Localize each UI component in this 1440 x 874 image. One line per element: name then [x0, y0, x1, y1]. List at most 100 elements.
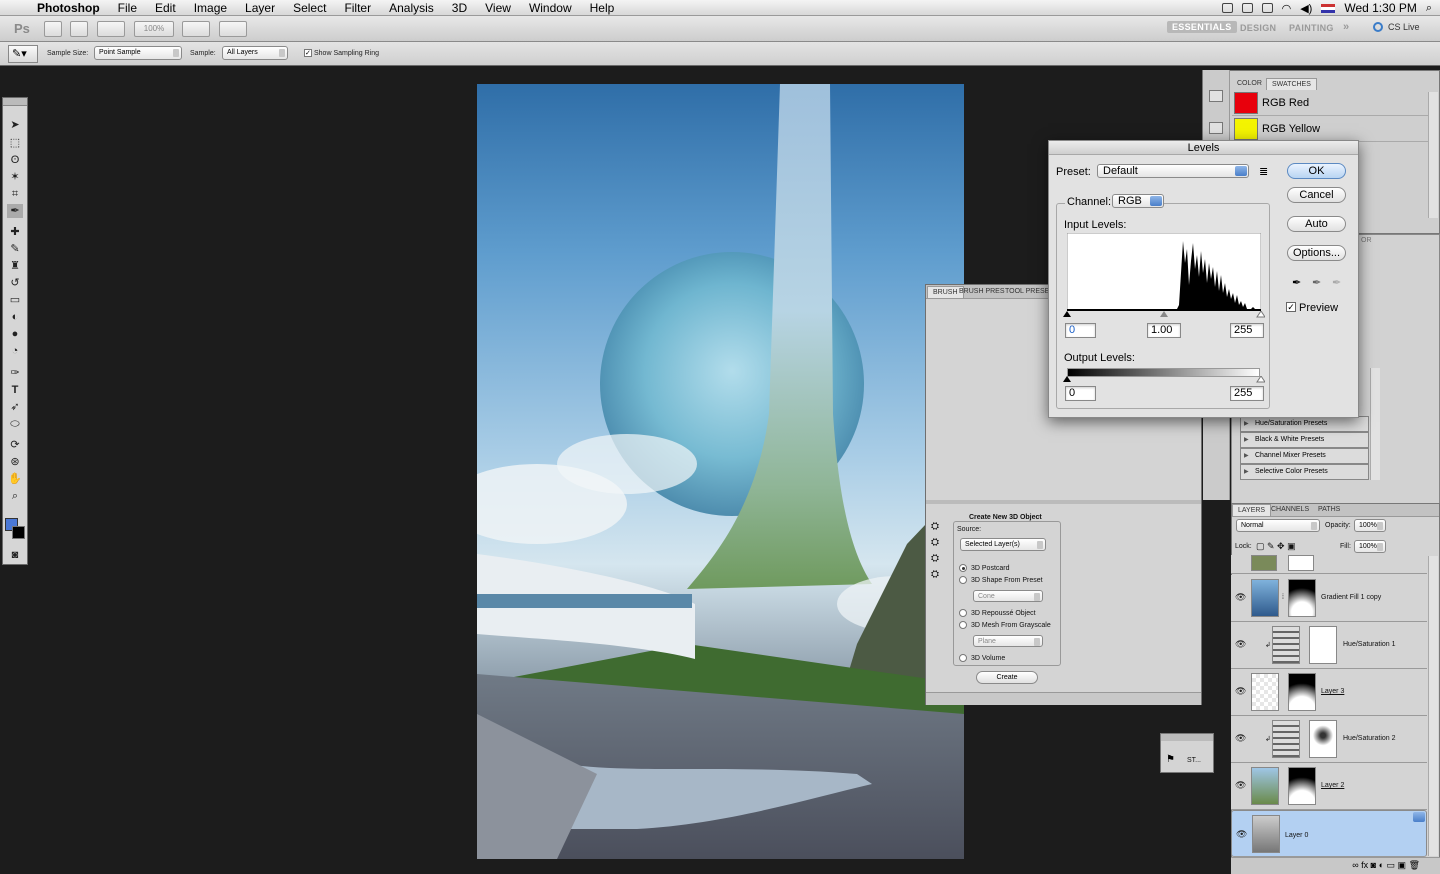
layer-row-selected[interactable]: 👁 Layer 0: [1231, 810, 1427, 857]
tab-tool-presets[interactable]: TOOL PRESE: [1000, 286, 1054, 298]
workspace-painting[interactable]: PAINTING: [1289, 23, 1334, 33]
ok-button[interactable]: OK: [1287, 163, 1346, 179]
radio-3d-volume[interactable]: [959, 654, 967, 662]
dodge-tool-icon[interactable]: ◔: [7, 344, 23, 358]
visibility-eye-icon[interactable]: 👁: [1235, 686, 1246, 697]
layer-name[interactable]: Hue/Saturation 2: [1343, 735, 1396, 742]
tab-color[interactable]: COLOR: [1232, 78, 1267, 90]
cs-live-icon[interactable]: [1373, 22, 1383, 32]
move-tool-icon[interactable]: ➤: [7, 118, 23, 132]
preview-checkbox[interactable]: ✓: [1286, 302, 1296, 312]
pen-tool-icon[interactable]: ✑: [7, 366, 23, 380]
styles-icon[interactable]: ⚑: [1166, 754, 1175, 765]
layer-row[interactable]: 👁 ↲ Hue/Saturation 2: [1231, 716, 1427, 763]
hand-tool-icon[interactable]: ✋: [7, 472, 23, 486]
layer-name[interactable]: Layer 0: [1285, 830, 1308, 842]
layer-row-partial[interactable]: [1231, 555, 1427, 574]
history-panel-icon[interactable]: [1209, 90, 1223, 102]
preset-options-icon[interactable]: ≣: [1259, 165, 1268, 178]
preset-select[interactable]: Default: [1097, 164, 1249, 178]
source-select[interactable]: Selected Layer(s): [960, 538, 1046, 551]
layer-name[interactable]: Layer 2: [1321, 782, 1344, 789]
eyedropper-tool-icon[interactable]: ✒: [7, 204, 23, 218]
menu-file[interactable]: File: [109, 0, 146, 16]
lock-icons[interactable]: ▢ ✎ ✥ ▣: [1256, 541, 1296, 552]
zoom-tool-icon[interactable]: ⌕: [7, 489, 23, 503]
input-gamma-slider-icon[interactable]: [1160, 311, 1168, 317]
fill-field[interactable]: 100%: [1354, 540, 1386, 553]
create-3d-button[interactable]: Create: [976, 671, 1038, 684]
cs-live-label[interactable]: CS Live: [1388, 22, 1420, 32]
brush-tool-icon[interactable]: ✎: [7, 242, 23, 256]
bridge-icon[interactable]: [44, 21, 62, 37]
lasso-tool-icon[interactable]: ʘ: [7, 153, 23, 167]
clone-stamp-tool-icon[interactable]: ♜: [7, 259, 23, 273]
swatches-scrollbar[interactable]: [1428, 92, 1438, 218]
mini-panel-grip[interactable]: [1161, 734, 1213, 741]
tab-adjustments-fragment[interactable]: OR: [1356, 235, 1377, 247]
layer-name[interactable]: Hue/Saturation 1: [1343, 641, 1396, 648]
adjustments-scrollbar[interactable]: [1370, 368, 1380, 480]
radio-3d-repousse[interactable]: [959, 609, 967, 617]
input-gamma-field[interactable]: 1.00: [1147, 323, 1181, 338]
gray-eyedropper-icon[interactable]: ✒: [1312, 276, 1321, 289]
volume-icon[interactable]: ◀): [1300, 2, 1312, 15]
menu-app-name[interactable]: Photoshop: [28, 0, 109, 16]
tab-channels[interactable]: CHANNELS: [1266, 504, 1314, 516]
3d-orbit-tool-icon[interactable]: ⊛: [7, 455, 23, 469]
3d-materials-icon[interactable]: ⛭: [931, 553, 947, 569]
input-white-field[interactable]: 255: [1230, 323, 1264, 338]
path-selection-tool-icon[interactable]: ➶: [7, 400, 23, 414]
swatch-item[interactable]: RGB Yellow: [1232, 117, 1428, 142]
zoom-level-select[interactable]: 100%: [134, 21, 174, 37]
3d-rotate-tool-icon[interactable]: ⟳: [7, 438, 23, 452]
actions-panel-icon[interactable]: [1209, 122, 1223, 134]
shape-preset-select[interactable]: Cone: [973, 590, 1043, 602]
visibility-eye-icon[interactable]: 👁: [1236, 828, 1247, 840]
quick-select-tool-icon[interactable]: ✶: [7, 170, 23, 184]
3d-mesh-icon[interactable]: ⛭: [931, 537, 947, 553]
menu-select[interactable]: Select: [284, 0, 335, 16]
swatch-item[interactable]: RGB Red: [1232, 91, 1428, 116]
sync-icon[interactable]: [1261, 3, 1273, 13]
tab-paths[interactable]: PATHS: [1313, 504, 1345, 516]
visibility-eye-icon[interactable]: 👁: [1235, 592, 1246, 603]
healing-brush-tool-icon[interactable]: ✚: [7, 225, 23, 239]
workspace-design[interactable]: DESIGN: [1240, 23, 1276, 33]
cancel-button[interactable]: Cancel: [1287, 187, 1346, 203]
blend-mode-select[interactable]: Normal: [1236, 519, 1320, 532]
menu-analysis[interactable]: Analysis: [380, 0, 443, 16]
layer-name[interactable]: Gradient Fill 1 copy: [1321, 594, 1381, 601]
show-sampling-ring-checkbox[interactable]: ✓: [304, 49, 312, 57]
gradient-tool-icon[interactable]: ◐: [7, 310, 23, 324]
screen-mode-icon[interactable]: [219, 21, 247, 37]
radio-3d-mesh[interactable]: [959, 621, 967, 629]
output-black-field[interactable]: 0: [1065, 386, 1096, 401]
menu-window[interactable]: Window: [520, 0, 581, 16]
adjustment-preset-item[interactable]: Selective Color Presets: [1240, 464, 1369, 480]
layer-row[interactable]: 👁 ↲ Hue/Saturation 1: [1231, 622, 1427, 669]
background-color-swatch[interactable]: [12, 526, 25, 539]
layer-row[interactable]: 👁 Layer 2: [1231, 763, 1427, 810]
channel-select[interactable]: RGB: [1112, 194, 1164, 208]
sample-size-select[interactable]: Point Sample: [94, 46, 182, 60]
shape-tool-icon[interactable]: ⬭: [7, 417, 23, 431]
bluetooth-icon[interactable]: [1241, 3, 1253, 13]
3d-lights-icon[interactable]: ⛭: [931, 569, 947, 585]
white-eyedropper-icon[interactable]: ✒: [1332, 276, 1341, 289]
adjustment-preset-item[interactable]: Hue/Saturation Presets: [1240, 416, 1369, 432]
input-black-field[interactable]: 0: [1065, 323, 1096, 338]
output-white-field[interactable]: 255: [1230, 386, 1264, 401]
crop-tool-icon[interactable]: ⌗: [7, 187, 23, 201]
tool-preset-picker[interactable]: ✎▾: [8, 45, 38, 63]
output-black-slider-icon[interactable]: [1063, 376, 1071, 382]
adjustment-preset-item[interactable]: Channel Mixer Presets: [1240, 448, 1369, 464]
3d-scene-icon[interactable]: ⛭: [931, 521, 947, 537]
menu-image[interactable]: Image: [185, 0, 236, 16]
radio-3d-postcard[interactable]: [959, 564, 967, 572]
auto-button[interactable]: Auto: [1287, 216, 1346, 232]
eraser-tool-icon[interactable]: ▭: [7, 293, 23, 307]
options-button[interactable]: Options...: [1287, 245, 1346, 261]
mesh-preset-select[interactable]: Plane: [973, 635, 1043, 647]
menu-filter[interactable]: Filter: [335, 0, 380, 16]
